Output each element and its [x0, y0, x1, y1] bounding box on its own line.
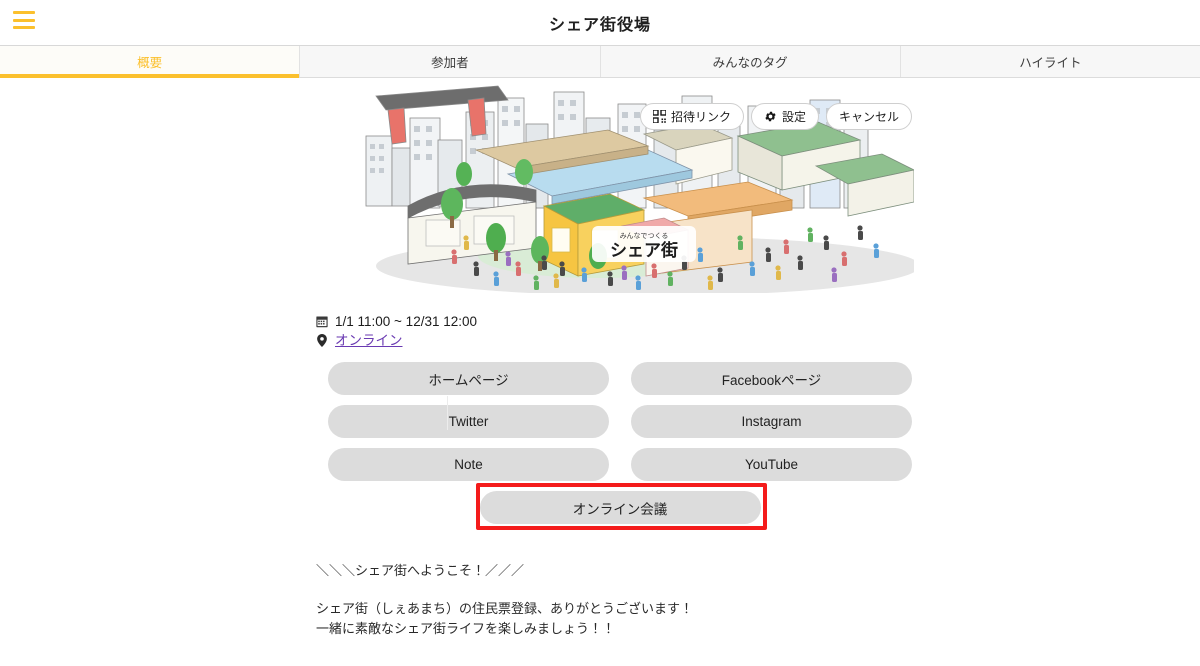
youtube-button[interactable]: YouTube: [631, 448, 912, 481]
hero-section: みんなでつくる シェア街 招待リンク 設定 キャンセル: [348, 78, 914, 293]
description-line-2: シェア街（しぇあまち）の住民票登録、ありがとうございます！: [316, 601, 694, 616]
event-location-link[interactable]: オンライン: [335, 331, 403, 350]
description-line-3: 一緒に素敵なシェア街ライフを楽しみましょう！！: [316, 621, 616, 636]
homepage-button[interactable]: ホームページ: [328, 362, 609, 395]
calendar-icon: [316, 315, 328, 328]
event-date-row: 1/1 11:00 ~ 12/31 12:00: [316, 312, 1200, 331]
cancel-label: キャンセル: [838, 110, 899, 124]
tab-tags[interactable]: みんなのタグ: [600, 46, 901, 77]
event-description: ＼＼＼シェア街へようこそ！／／／ シェア街（しぇあまち）の住民票登録、ありがとう…: [316, 561, 1200, 639]
settings-label: 設定: [781, 110, 806, 124]
tab-overview[interactable]: 概要: [0, 46, 301, 78]
facebook-page-button[interactable]: Facebookページ: [631, 362, 912, 395]
tab-highlights[interactable]: ハイライト: [900, 46, 1200, 77]
overview-panel: みんなでつくる シェア街 招待リンク 設定 キャンセル 1/1 11:00 ~ …: [0, 78, 1200, 639]
twitter-button[interactable]: Twitter: [328, 405, 609, 438]
event-location-row: オンライン: [316, 331, 1200, 350]
tab-bar: 概要 参加者 みんなのタグ ハイライト: [0, 45, 1200, 78]
gear-icon: [764, 110, 777, 123]
svg-text:シェア街: シェア街: [610, 240, 678, 260]
page-title: シェア街役場: [548, 16, 651, 34]
online-meeting-button[interactable]: オンライン会議: [479, 491, 761, 524]
svg-text:みんなでつくる: みんなでつくる: [620, 232, 669, 240]
hamburger-bar: [13, 18, 35, 22]
hamburger-icon[interactable]: [13, 11, 35, 29]
note-button[interactable]: Note: [328, 448, 609, 481]
hero-action-buttons: 招待リンク 設定 キャンセル: [639, 103, 912, 130]
hamburger-bar: [13, 26, 35, 29]
map-pin-icon: [316, 334, 328, 347]
invite-link-button[interactable]: 招待リンク: [639, 103, 744, 130]
meta-divider: [447, 396, 448, 430]
app-header: シェア街役場: [0, 0, 1200, 45]
settings-button[interactable]: 設定: [750, 103, 819, 130]
cancel-button[interactable]: キャンセル: [825, 103, 912, 130]
description-line-1: ＼＼＼シェア街へようこそ！／／／: [316, 563, 525, 578]
event-date-text: 1/1 11:00 ~ 12/31 12:00: [335, 314, 478, 329]
link-buttons-grid: ホームページ Facebookページ Twitter Instagram Not…: [328, 362, 912, 481]
event-meta: 1/1 11:00 ~ 12/31 12:00 オンライン: [316, 312, 1200, 350]
invite-link-label: 招待リンク: [670, 110, 731, 124]
instagram-button[interactable]: Instagram: [631, 405, 912, 438]
primary-action-row: オンライン会議: [328, 483, 912, 530]
tab-participants[interactable]: 参加者: [300, 46, 601, 77]
qr-code-icon: [652, 110, 666, 123]
hamburger-bar: [13, 11, 35, 14]
